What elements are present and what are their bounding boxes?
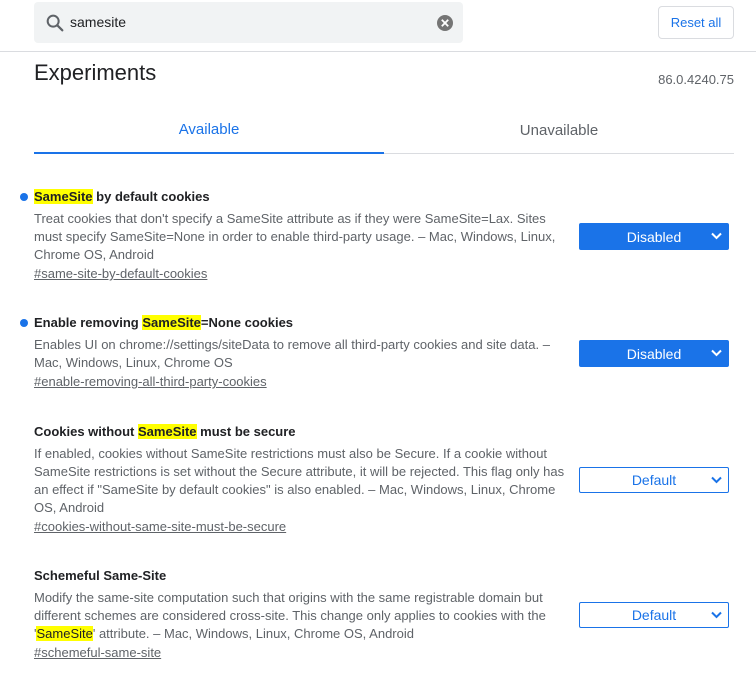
experiment-item: Schemeful Same-Site Modify the same-site… bbox=[34, 567, 734, 662]
search-highlight: SameSite bbox=[34, 189, 93, 204]
experiment-title: Schemeful Same-Site bbox=[34, 568, 167, 583]
experiment-select[interactable]: Disabled bbox=[579, 340, 729, 367]
search-highlight: SameSite bbox=[36, 626, 93, 641]
search-highlight: SameSite bbox=[138, 424, 197, 439]
experiment-link[interactable]: #cookies-without-same-site-must-be-secur… bbox=[34, 518, 286, 536]
experiment-item: SameSite by default cookies Treat cookie… bbox=[20, 188, 734, 283]
experiment-select[interactable]: Disabled bbox=[579, 223, 729, 250]
search-input[interactable] bbox=[70, 11, 430, 33]
experiment-description: Modify the same-site computation such th… bbox=[34, 590, 546, 641]
reset-all-button[interactable]: Reset all bbox=[658, 6, 734, 39]
version-label: 86.0.4240.75 bbox=[658, 72, 734, 87]
experiment-description: Treat cookies that don't specify a SameS… bbox=[34, 211, 556, 262]
experiment-title: Enable removing SameSite=None cookies bbox=[20, 314, 734, 332]
search-icon bbox=[46, 14, 64, 32]
experiment-title: Cookies without SameSite must be secure bbox=[34, 424, 296, 439]
experiment-link[interactable]: #schemeful-same-site bbox=[34, 644, 161, 662]
experiment-item: Cookies without SameSite must be secure … bbox=[34, 423, 734, 536]
page-title: Experiments bbox=[34, 60, 157, 85]
experiment-description: Enables UI on chrome://settings/siteData… bbox=[34, 337, 550, 370]
experiment-description: If enabled, cookies without SameSite res… bbox=[34, 446, 565, 515]
header-bar: Reset all bbox=[0, 0, 756, 52]
experiment-link[interactable]: #same-site-by-default-cookies bbox=[34, 265, 207, 283]
experiment-select[interactable]: Default bbox=[579, 602, 729, 628]
search-box[interactable] bbox=[34, 2, 463, 43]
experiment-select[interactable]: Default bbox=[579, 467, 729, 493]
tab-unavailable[interactable]: Unavailable bbox=[384, 106, 734, 154]
experiment-title: SameSite by default cookies bbox=[20, 188, 734, 206]
tab-available[interactable]: Available bbox=[34, 106, 384, 154]
chevron-down-icon bbox=[711, 349, 722, 357]
modified-indicator bbox=[20, 193, 28, 201]
search-highlight: SameSite bbox=[142, 315, 201, 330]
chevron-down-icon bbox=[711, 476, 722, 484]
experiment-link[interactable]: #enable-removing-all-third-party-cookies bbox=[34, 373, 267, 391]
chevron-down-icon bbox=[711, 611, 722, 619]
tab-bar: Available Unavailable bbox=[34, 106, 734, 154]
modified-indicator bbox=[20, 319, 28, 327]
clear-icon[interactable] bbox=[436, 14, 454, 32]
experiment-item: Enable removing SameSite=None cookies En… bbox=[20, 314, 734, 391]
chevron-down-icon bbox=[711, 232, 722, 240]
